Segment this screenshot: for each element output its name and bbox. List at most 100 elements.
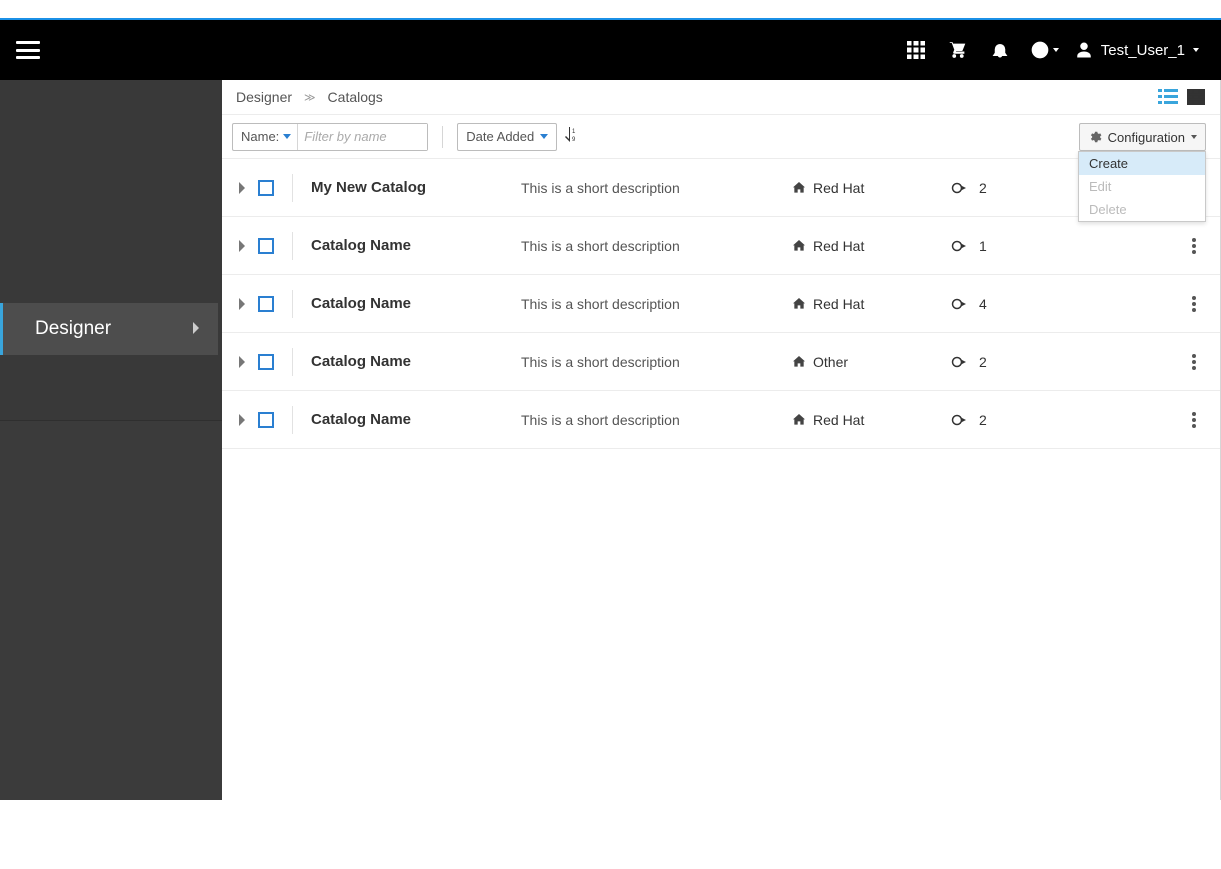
catalog-item-count: 2 <box>951 412 1031 428</box>
house-icon <box>791 412 807 428</box>
expand-toggle[interactable] <box>232 414 252 426</box>
config-menu-edit[interactable]: Edit <box>1079 175 1205 198</box>
chevron-right-icon <box>192 318 200 340</box>
catalog-tenant: Red Hat <box>791 296 951 312</box>
cart-icon[interactable] <box>937 20 979 80</box>
table-row[interactable]: Catalog Name This is a short description… <box>222 217 1220 275</box>
table-row[interactable]: Catalog Name This is a short description… <box>222 275 1220 333</box>
table-row[interactable]: My New Catalog This is a short descripti… <box>222 159 1220 217</box>
app-body: Designer Designer ≫ Catalogs <box>0 80 1221 800</box>
user-menu[interactable]: Test_User_1 <box>1075 41 1199 59</box>
catalog-list: My New Catalog This is a short descripti… <box>222 159 1220 449</box>
sort-selected-label: Date Added <box>466 129 534 144</box>
share-icon <box>951 355 969 369</box>
row-kebab-menu[interactable] <box>1182 238 1206 254</box>
config-menu-delete[interactable]: Delete <box>1079 198 1205 221</box>
row-checkbox[interactable] <box>258 354 274 370</box>
svg-text:9: 9 <box>572 137 576 143</box>
row-checkbox[interactable] <box>258 238 274 254</box>
row-checkbox[interactable] <box>258 412 274 428</box>
catalog-tenant: Red Hat <box>791 238 951 254</box>
hamburger-menu-icon[interactable] <box>16 41 40 59</box>
breadcrumb-item[interactable]: Catalogs <box>328 89 383 105</box>
chevron-down-icon <box>1191 135 1197 139</box>
chevron-right-icon <box>238 182 246 194</box>
share-icon <box>951 413 969 427</box>
list-view-button[interactable] <box>1158 88 1178 106</box>
house-icon <box>791 354 807 370</box>
configuration-menu: Create Edit Delete <box>1078 151 1206 222</box>
chevron-down-icon <box>1193 48 1199 52</box>
house-icon <box>791 180 807 196</box>
apps-grid-icon[interactable] <box>895 20 937 80</box>
row-kebab-menu[interactable] <box>1182 354 1206 370</box>
expand-toggle[interactable] <box>232 182 252 194</box>
global-header: Test_User_1 <box>0 20 1221 80</box>
configuration-label: Configuration <box>1108 130 1185 145</box>
svg-text:1: 1 <box>572 129 576 135</box>
toolbar: Name: Date Added 19 Configuration <box>222 115 1220 159</box>
filter-field-label: Name: <box>241 129 279 144</box>
row-divider <box>292 406 293 434</box>
breadcrumb: Designer ≫ Catalogs <box>222 80 1220 115</box>
catalog-tenant: Red Hat <box>791 180 951 196</box>
bell-icon[interactable] <box>979 20 1021 80</box>
table-row[interactable]: Catalog Name This is a short description… <box>222 333 1220 391</box>
catalog-description: This is a short description <box>521 180 791 196</box>
chevron-right-icon <box>238 356 246 368</box>
expand-toggle[interactable] <box>232 298 252 310</box>
view-toggle <box>1158 88 1206 106</box>
kebab-icon <box>1192 296 1196 312</box>
chevron-right-icon <box>238 298 246 310</box>
catalog-name: Catalog Name <box>311 411 521 428</box>
filter-input[interactable] <box>297 124 427 150</box>
row-divider <box>292 290 293 318</box>
catalog-item-count: 4 <box>951 296 1031 312</box>
catalog-description: This is a short description <box>521 412 791 428</box>
row-divider <box>292 232 293 260</box>
toolbar-divider <box>442 126 443 148</box>
sidebar-item-designer[interactable]: Designer <box>0 303 218 355</box>
table-row[interactable]: Catalog Name This is a short description… <box>222 391 1220 449</box>
chevron-right-icon <box>238 240 246 252</box>
expand-toggle[interactable] <box>232 240 252 252</box>
catalog-item-count: 2 <box>951 180 1031 196</box>
row-kebab-menu[interactable] <box>1182 412 1206 428</box>
sidebar-item-label: Designer <box>35 318 111 340</box>
row-kebab-menu[interactable] <box>1182 296 1206 312</box>
catalog-description: This is a short description <box>521 354 791 370</box>
filter-field-selector[interactable]: Name: <box>233 129 297 144</box>
house-icon <box>791 296 807 312</box>
help-dropdown[interactable] <box>1021 20 1069 80</box>
chevron-right-icon <box>238 414 246 426</box>
main-panel: Designer ≫ Catalogs Name: <box>222 80 1221 800</box>
chevron-down-icon <box>1053 48 1059 52</box>
row-checkbox[interactable] <box>258 296 274 312</box>
catalog-name: My New Catalog <box>311 179 521 196</box>
share-icon <box>951 239 969 253</box>
username-label: Test_User_1 <box>1101 42 1185 59</box>
catalog-name: Catalog Name <box>311 237 521 254</box>
grid-view-button[interactable] <box>1186 88 1206 106</box>
sidebar-footer <box>0 420 222 800</box>
user-icon <box>1075 41 1093 59</box>
sort-direction-button[interactable]: 19 <box>565 127 579 146</box>
chevron-down-icon <box>540 134 548 139</box>
kebab-icon <box>1192 354 1196 370</box>
house-icon <box>791 238 807 254</box>
configuration-button[interactable]: Configuration <box>1079 123 1206 151</box>
sort-selector[interactable]: Date Added <box>457 123 557 151</box>
sidebar-placeholder-list <box>0 80 222 410</box>
row-checkbox[interactable] <box>258 180 274 196</box>
expand-toggle[interactable] <box>232 356 252 368</box>
breadcrumb-item[interactable]: Designer <box>236 89 292 105</box>
catalog-tenant: Red Hat <box>791 412 951 428</box>
sidebar: Designer <box>0 80 222 800</box>
row-divider <box>292 174 293 202</box>
config-menu-create[interactable]: Create <box>1079 152 1205 175</box>
kebab-icon <box>1192 412 1196 428</box>
catalog-tenant: Other <box>791 354 951 370</box>
kebab-icon <box>1192 238 1196 254</box>
catalog-name: Catalog Name <box>311 353 521 370</box>
catalog-item-count: 1 <box>951 238 1031 254</box>
